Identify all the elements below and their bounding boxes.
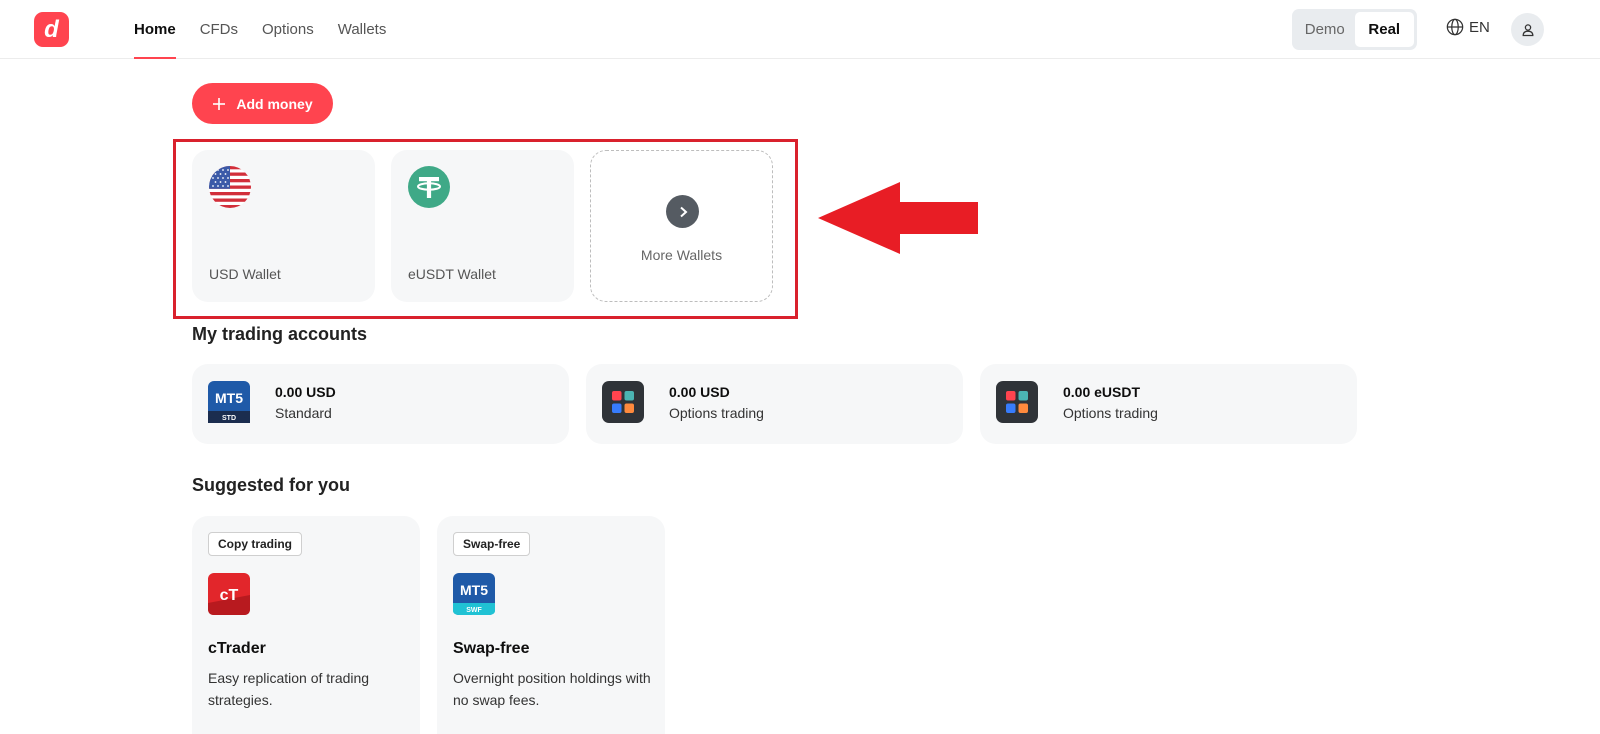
- more-wallets-label: More Wallets: [640, 247, 723, 263]
- account-amount: 0.00 USD: [275, 384, 336, 400]
- account-card-mt5-standard[interactable]: MT5 STD 0.00 USD Standard: [192, 364, 569, 444]
- account-type: Options trading: [669, 405, 764, 421]
- suggested-card-ctrader[interactable]: Copy trading cT cTrader Easy replication…: [192, 516, 420, 734]
- tether-icon: [408, 166, 450, 208]
- add-money-button[interactable]: Add money: [192, 83, 333, 124]
- account-card-options-usd[interactable]: 0.00 USD Options trading: [586, 364, 963, 444]
- toggle-real[interactable]: Real: [1354, 12, 1414, 47]
- plus-icon: [213, 97, 226, 110]
- chevron-right-icon: [666, 195, 699, 228]
- profile-button[interactable]: [1511, 13, 1544, 46]
- account-type: Options trading: [1063, 405, 1158, 421]
- account-amount: 0.00 USD: [669, 384, 730, 400]
- logo-letter: d: [44, 15, 59, 43]
- top-header: d Home CFDs Options Wallets Demo Real EN: [0, 0, 1600, 59]
- language-label: EN: [1469, 18, 1490, 36]
- ctrader-text: cT: [220, 587, 239, 604]
- ctrader-icon: cT: [208, 573, 250, 615]
- account-type: Standard: [275, 405, 332, 421]
- swf-text: SWF: [466, 607, 482, 614]
- eusdt-wallet-label: eUSDT Wallet: [408, 266, 496, 282]
- add-money-label: Add money: [236, 95, 313, 112]
- user-icon: [1522, 23, 1533, 36]
- suggested-desc: Easy replication of trading strategies.: [208, 670, 370, 708]
- options-app-icon: [602, 381, 644, 423]
- nav-options[interactable]: Options: [262, 0, 314, 59]
- usd-wallet-label: USD Wallet: [209, 266, 281, 282]
- trading-accounts-title: My trading accounts: [192, 324, 368, 344]
- nav-home[interactable]: Home: [134, 0, 176, 59]
- deriv-logo[interactable]: d: [34, 12, 69, 47]
- red-arrow-annotation: [818, 182, 978, 254]
- suggested-badge: Swap-free: [453, 532, 531, 556]
- usd-wallet-card[interactable]: USD Wallet: [192, 150, 375, 302]
- main-nav: Home CFDs Options Wallets: [134, 0, 386, 59]
- suggested-desc: Overnight position holdings with no swap…: [453, 670, 651, 708]
- us-flag-icon: [209, 166, 251, 208]
- toggle-demo[interactable]: Demo: [1295, 12, 1355, 47]
- account-amount: 0.00 eUSDT: [1063, 384, 1141, 400]
- nav-wallets[interactable]: Wallets: [338, 0, 387, 59]
- demo-real-toggle: Demo Real: [1292, 9, 1417, 50]
- language-selector[interactable]: EN: [1446, 18, 1490, 36]
- mt5-text: MT5: [460, 582, 488, 598]
- nav-cfds[interactable]: CFDs: [200, 0, 238, 59]
- globe-icon: [1446, 18, 1464, 36]
- suggested-title-text: Swap-free: [453, 640, 530, 657]
- std-text: STD: [222, 415, 236, 422]
- suggested-badge: Copy trading: [208, 532, 302, 556]
- suggested-title-text: cTrader: [208, 640, 266, 657]
- mt5-text: MT5: [215, 390, 243, 406]
- suggested-card-swap-free[interactable]: Swap-free MT5 SWF Swap-free Overnight po…: [437, 516, 665, 734]
- eusdt-wallet-card[interactable]: eUSDT Wallet: [391, 150, 574, 302]
- mt5-swf-icon: MT5 SWF: [453, 573, 495, 615]
- options-app-icon: [996, 381, 1038, 423]
- account-card-options-eusdt[interactable]: 0.00 eUSDT Options trading: [980, 364, 1357, 444]
- suggested-title: Suggested for you: [192, 475, 351, 495]
- mt5-std-icon: MT5 STD: [208, 381, 250, 423]
- more-wallets-card[interactable]: More Wallets: [590, 150, 773, 302]
